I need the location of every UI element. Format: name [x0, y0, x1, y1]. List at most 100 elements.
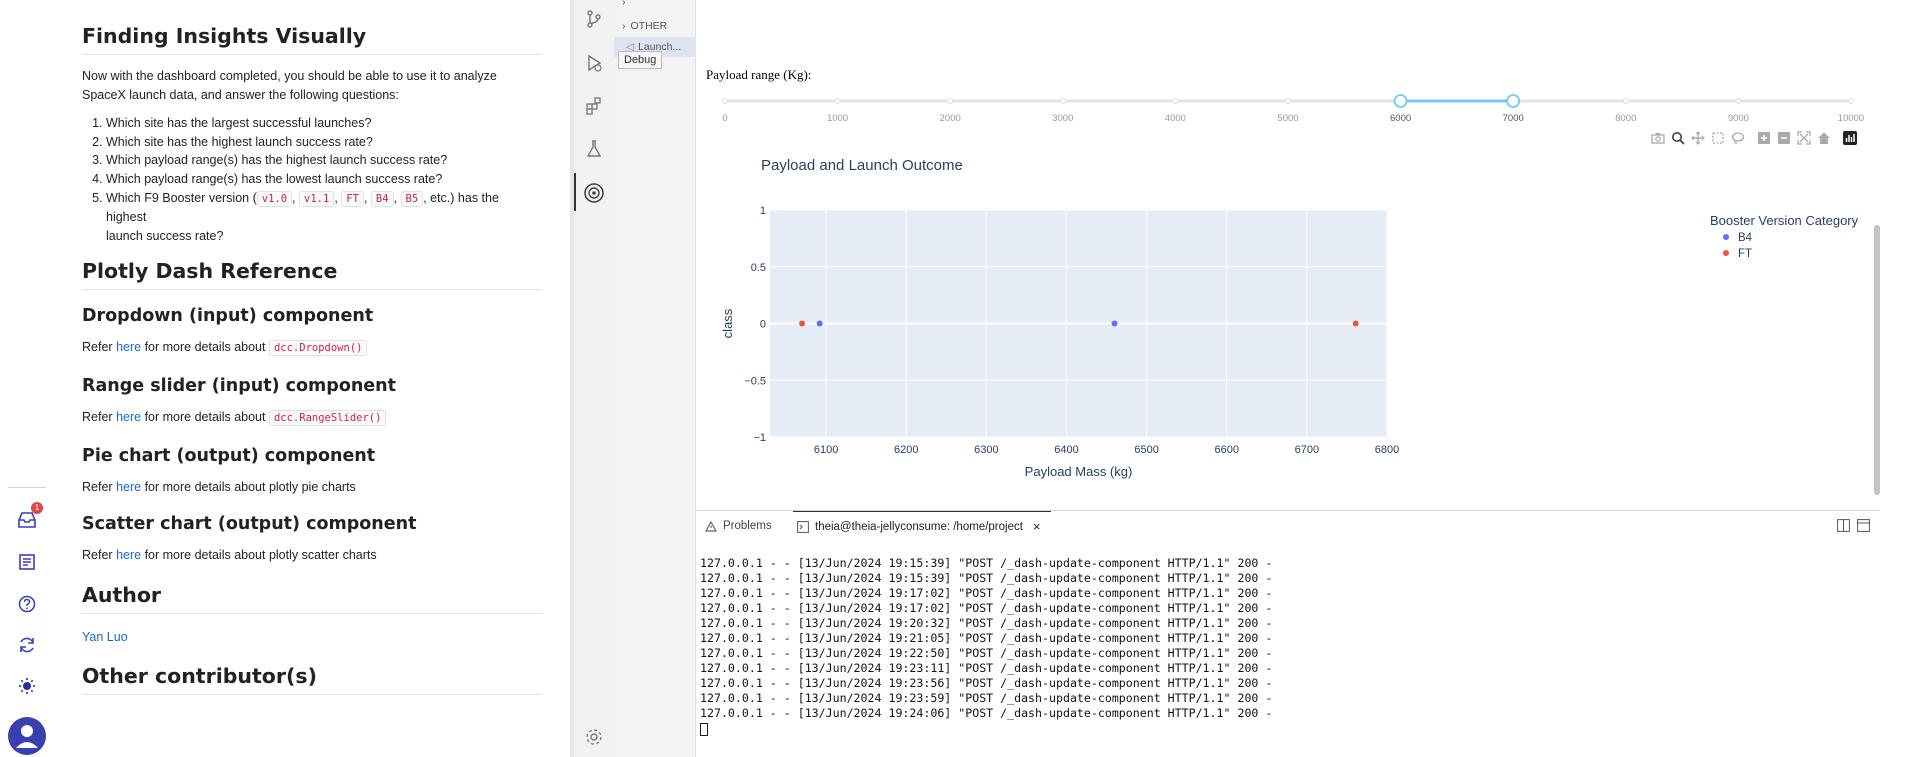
here-link[interactable]: here: [116, 548, 141, 562]
log-line: 127.0.0.1 - - [13/Jun/2024 19:15:39] "PO…: [700, 556, 1273, 570]
inline-code: B5: [400, 190, 424, 207]
legend-item-ft[interactable]: FT: [1738, 248, 1752, 260]
flask-icon[interactable]: [582, 137, 606, 161]
refer-text: Refer: [82, 479, 113, 494]
slider-tick-label: 5000: [1277, 113, 1298, 124]
home-icon[interactable]: [1816, 130, 1832, 146]
inline-code: FT: [341, 190, 364, 207]
lasso-icon[interactable]: [1730, 130, 1746, 146]
zoom-out-icon[interactable]: [1776, 130, 1792, 146]
slider-tick-label: 1000: [827, 113, 848, 124]
tab-label: Problems: [723, 520, 772, 532]
zoom-in-icon[interactable]: [1756, 130, 1772, 146]
intro-paragraph: Now with the dashboard completed, you sh…: [82, 69, 497, 102]
slider-tick-label: 0: [722, 113, 727, 124]
reference-paragraph: Refer here for more details about plotly…: [82, 478, 542, 497]
inline-code: v1.1: [299, 190, 335, 207]
y-tick-label: −0.5: [744, 375, 766, 387]
panel-tab-bar: Problems theia@theia-jellyconsume: /home…: [697, 511, 1880, 541]
separator: ,: [393, 190, 398, 205]
slider-tick-dot: [834, 97, 841, 105]
x-tick-label: 6300: [974, 444, 998, 456]
data-point-ft: [1352, 320, 1359, 327]
subsection-title: Scatter chart (output) component: [82, 514, 417, 535]
plotly-logo-icon[interactable]: [1842, 130, 1858, 146]
separator: ,: [292, 190, 296, 205]
separator: ,: [363, 190, 368, 205]
question-text: Which F9 Booster version (: [106, 190, 257, 205]
y-tick-label: 0: [760, 319, 766, 331]
left-icon-rail: 1: [0, 0, 54, 757]
log-line: 127.0.0.1 - - [13/Jun/2024 19:24:06] "PO…: [700, 706, 1273, 720]
tab-terminal[interactable]: theia@theia-jellyconsume: /home/project …: [793, 511, 1051, 541]
here-link[interactable]: here: [116, 410, 141, 424]
camera-icon[interactable]: [1650, 130, 1666, 146]
here-link[interactable]: here: [116, 340, 141, 354]
reference-paragraph: Refer here for more details about plotly…: [82, 546, 542, 565]
refresh-icon[interactable]: [13, 631, 41, 659]
inline-code: v1.0: [256, 190, 293, 207]
payload-range-slider[interactable]: 0 1000 2000 3000 4000 5000 6000 7000 8000 9000 100…: [697, 85, 1880, 130]
payload-range-label: Payload range (Kg):: [706, 67, 812, 82]
x-tick-label: 6400: [1054, 444, 1078, 456]
inbox-icon[interactable]: 1: [13, 502, 43, 534]
question-item: Which payload range(s) has the lowest la…: [106, 170, 542, 189]
tab-problems[interactable]: Problems: [705, 511, 772, 541]
here-link[interactable]: here: [116, 480, 141, 494]
skills-network-icon[interactable]: [582, 181, 606, 205]
chart-title: Payload and Launch Outcome: [761, 157, 963, 174]
box-select-icon[interactable]: [1710, 130, 1726, 146]
data-point-b4: [816, 320, 823, 327]
zoom-icon[interactable]: [1670, 130, 1686, 146]
maximize-panel-icon[interactable]: [1857, 519, 1870, 537]
pan-icon[interactable]: [1690, 130, 1706, 146]
x-tick-label: 6800: [1375, 444, 1399, 456]
source-control-icon[interactable]: [582, 7, 606, 31]
notes-icon[interactable]: [13, 548, 41, 576]
log-line: 127.0.0.1 - - [13/Jun/2024 19:17:02] "PO…: [700, 586, 1273, 600]
chevron-right-icon: ›: [622, 20, 626, 32]
refer-text: Refer: [82, 548, 113, 563]
extensions-icon[interactable]: [582, 94, 606, 118]
run-debug-icon[interactable]: [582, 51, 606, 75]
app-scrollbar[interactable]: [1874, 225, 1880, 495]
close-icon[interactable]: ×: [1033, 519, 1041, 534]
explorer-section-other[interactable]: › OTHER: [614, 16, 695, 36]
warning-icon: [705, 520, 717, 532]
question-list: Which site has the largest successful la…: [106, 114, 542, 245]
section-title-author: Author: [82, 583, 542, 614]
collapsed-section-row[interactable]: ›: [614, 0, 695, 12]
refer-text: for more details about: [144, 409, 266, 424]
author-link[interactable]: Yan Luo: [82, 630, 128, 644]
question-text: launch success rate?: [106, 228, 224, 243]
rail-divider: [8, 487, 46, 488]
y-tick-label: 1: [760, 205, 766, 217]
terminal-output[interactable]: 127.0.0.1 - - [13/Jun/2024 19:15:39] "PO…: [700, 556, 1272, 736]
activity-bar: [574, 0, 614, 757]
slider-tick-label: 3000: [1052, 113, 1073, 124]
help-icon[interactable]: [13, 590, 41, 618]
avatar-icon[interactable]: [7, 716, 47, 756]
slider-tick-dot: [1172, 97, 1179, 105]
log-line: 127.0.0.1 - - [13/Jun/2024 19:23:59] "PO…: [700, 691, 1273, 705]
log-line: 127.0.0.1 - - [13/Jun/2024 19:17:02] "PO…: [700, 601, 1273, 615]
y-tick-label: −1: [753, 432, 766, 444]
data-point-ft: [799, 320, 806, 327]
legend-item-b4[interactable]: B4: [1738, 232, 1753, 244]
theme-icon[interactable]: [13, 672, 41, 700]
slider-tick-label: 4000: [1165, 113, 1186, 124]
refer-text: for more details about: [144, 340, 266, 355]
question-item: Which site has the largest successful la…: [106, 114, 542, 133]
split-terminal-icon[interactable]: [1837, 519, 1850, 537]
slider-handle[interactable]: [1506, 94, 1521, 108]
y-axis-label: class: [720, 308, 735, 338]
section-label: OTHER: [630, 20, 668, 32]
settings-gear-icon[interactable]: [582, 725, 606, 749]
refer-text: Refer: [82, 340, 113, 355]
slider-handle[interactable]: [1393, 94, 1408, 108]
debug-tooltip: Debug: [618, 51, 663, 69]
reference-paragraph: Refer here for more details about dcc.Dr…: [82, 338, 542, 358]
autoscale-icon[interactable]: [1796, 130, 1812, 146]
reference-paragraph: Refer here for more details about dcc.Ra…: [82, 408, 542, 428]
log-line: 127.0.0.1 - - [13/Jun/2024 19:20:32] "PO…: [700, 616, 1273, 630]
